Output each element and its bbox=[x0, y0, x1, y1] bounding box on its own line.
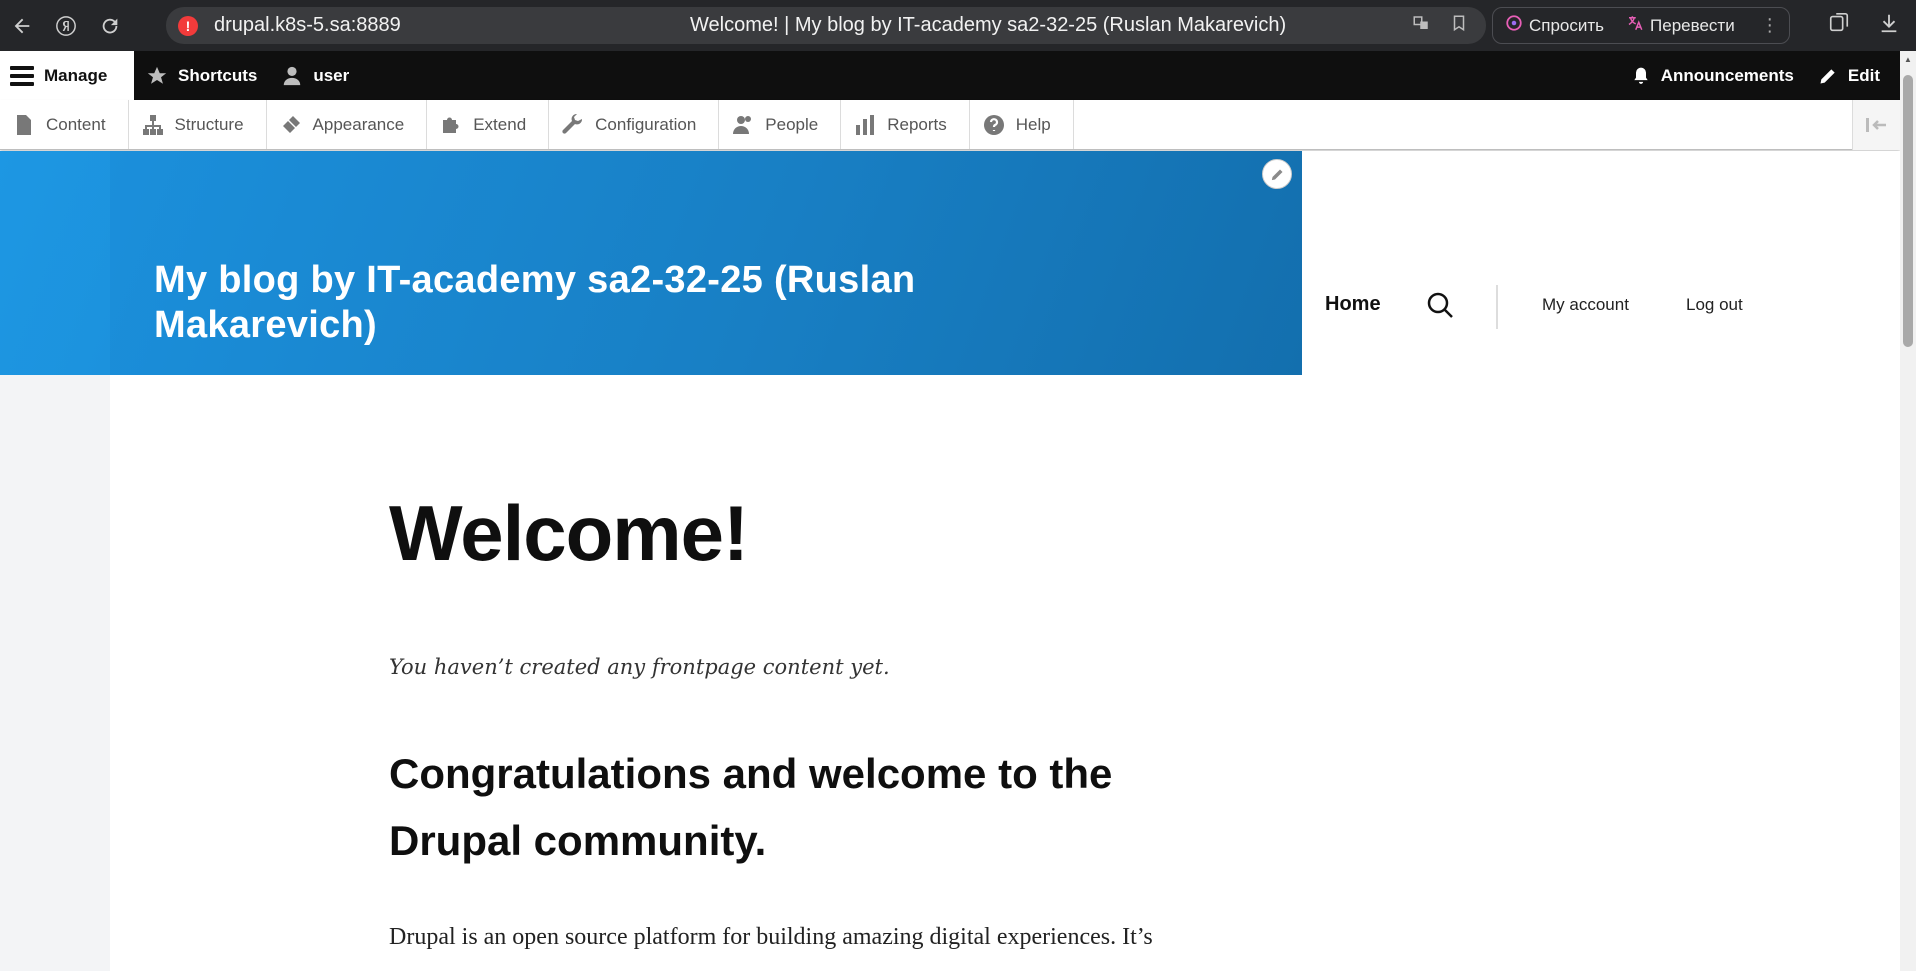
tray-item-extend[interactable]: Extend bbox=[427, 100, 550, 149]
translate-button[interactable]: Перевести bbox=[1626, 14, 1735, 37]
tray-item-content[interactable]: Content bbox=[0, 100, 129, 149]
main-content-area bbox=[110, 375, 1900, 971]
collapse-left-icon bbox=[1865, 118, 1886, 132]
reload-icon[interactable] bbox=[88, 0, 132, 51]
page-title: Welcome! bbox=[389, 489, 749, 577]
edit-tab[interactable]: Edit bbox=[1806, 51, 1900, 100]
tray-item-configuration[interactable]: Configuration bbox=[549, 100, 720, 149]
tray-item-help[interactable]: Help bbox=[970, 100, 1074, 149]
welcome-heading: Congratulations and welcome to the Drupa… bbox=[389, 750, 1113, 864]
manage-tab[interactable]: Manage bbox=[0, 51, 134, 100]
more-options-icon[interactable]: ⋮ bbox=[1761, 15, 1779, 36]
tray-item-appearance[interactable]: Appearance bbox=[267, 100, 428, 149]
intro-paragraph: Drupal is an open source platform for bu… bbox=[389, 924, 1153, 950]
admin-menu-tray: Content Structure Appearance Extend Conf… bbox=[0, 100, 1900, 150]
download-icon[interactable] bbox=[1878, 12, 1900, 40]
ask-button[interactable]: Спросить bbox=[1505, 14, 1604, 37]
bookmark-icon[interactable] bbox=[1450, 14, 1468, 37]
menu-icon bbox=[10, 62, 34, 90]
toolbar-right: Announcements Edit bbox=[1619, 51, 1900, 100]
page-title-text: Welcome! | My blog by IT-academy sa2-32-… bbox=[690, 14, 1287, 36]
tray-orientation-toggle[interactable] bbox=[1852, 100, 1900, 150]
collections-icon[interactable] bbox=[1828, 12, 1850, 40]
pencil-icon bbox=[1820, 68, 1835, 83]
paintbrush-icon bbox=[282, 115, 300, 133]
wrench-icon bbox=[562, 113, 583, 134]
tray-item-structure[interactable]: Structure bbox=[129, 100, 267, 149]
tray-item-people[interactable]: People bbox=[719, 100, 842, 149]
admin-toolbar: Manage Shortcuts user Announcements Edit bbox=[0, 51, 1900, 100]
file-icon bbox=[17, 114, 31, 135]
alice-icon bbox=[1505, 14, 1523, 37]
browser-toolbar: ! drupal.k8s-5.sa:8889 Welcome! | My blo… bbox=[0, 0, 1916, 51]
address-bar-icons bbox=[1412, 14, 1468, 37]
page-scrollbar[interactable]: ▲ bbox=[1900, 51, 1916, 971]
people-icon bbox=[733, 115, 752, 134]
user-icon bbox=[284, 66, 301, 85]
nav-link-my-account[interactable]: My account bbox=[1542, 295, 1629, 315]
site-name[interactable]: My blog by IT-academy sa2-32-25 (Ruslan … bbox=[154, 258, 1054, 348]
translate-page-icon[interactable] bbox=[1412, 14, 1430, 37]
nav-link-home[interactable]: Home bbox=[1325, 293, 1381, 316]
search-icon[interactable] bbox=[1425, 290, 1455, 320]
announcements-tab[interactable]: Announcements bbox=[1619, 51, 1806, 100]
scroll-up-arrow-icon[interactable]: ▲ bbox=[1900, 51, 1916, 67]
user-tab[interactable]: user bbox=[269, 51, 361, 100]
puzzle-icon bbox=[443, 117, 459, 133]
empty-frontpage-message: You haven’t created any frontpage conten… bbox=[389, 655, 890, 679]
star-icon bbox=[147, 66, 167, 84]
bar-chart-icon bbox=[856, 114, 875, 135]
quick-edit-pencil-icon[interactable] bbox=[1262, 159, 1292, 189]
browser-right-icons bbox=[1828, 0, 1916, 51]
nav-divider bbox=[1496, 285, 1498, 329]
insecure-connection-icon[interactable]: ! bbox=[178, 15, 198, 36]
main-navigation bbox=[1302, 151, 1900, 375]
translate-icon bbox=[1626, 14, 1644, 37]
back-icon[interactable] bbox=[0, 0, 44, 51]
help-icon bbox=[983, 114, 1004, 135]
nav-link-log-out[interactable]: Log out bbox=[1686, 295, 1743, 315]
url-text: drupal.k8s-5.sa:8889 bbox=[214, 14, 401, 36]
yandex-logo-icon[interactable] bbox=[44, 0, 88, 51]
assistant-panel: Спросить Перевести ⋮ bbox=[1492, 7, 1790, 44]
shortcuts-tab[interactable]: Shortcuts bbox=[134, 51, 269, 100]
address-bar[interactable]: ! drupal.k8s-5.sa:8889 Welcome! | My blo… bbox=[166, 7, 1486, 44]
tray-item-reports[interactable]: Reports bbox=[841, 100, 970, 149]
bell-icon bbox=[1634, 67, 1648, 84]
scrollbar-thumb[interactable] bbox=[1903, 75, 1913, 347]
sitemap-icon bbox=[142, 114, 163, 135]
